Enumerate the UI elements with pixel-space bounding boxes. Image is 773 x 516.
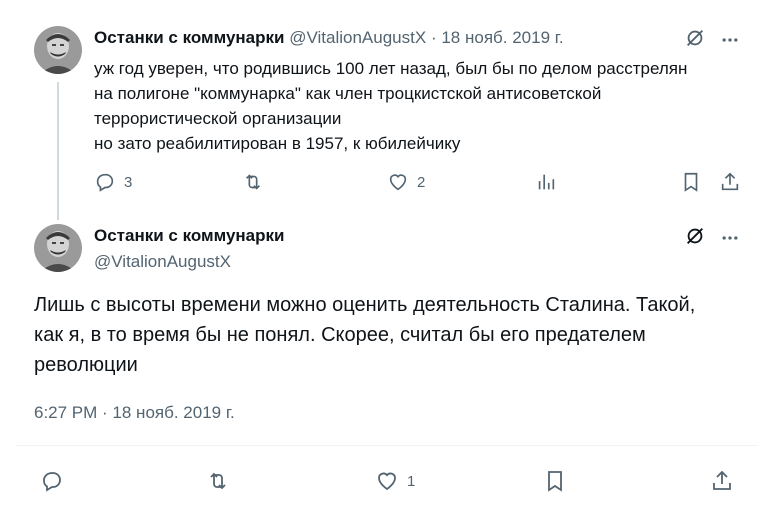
share-icon xyxy=(713,470,731,490)
tweet-text: уж год уверен, что родившись 100 лет наз… xyxy=(94,56,754,156)
reply-button[interactable] xyxy=(40,469,64,493)
author-handle[interactable]: @VitalionAugustX xyxy=(289,28,426,47)
tweet-text-line: на полигоне "коммунарка" как член троцки… xyxy=(94,84,602,103)
author-name[interactable]: Останки с коммунарки xyxy=(94,28,284,47)
grok-icon xyxy=(687,30,703,46)
repost-icon xyxy=(210,472,226,490)
separator: · xyxy=(430,28,437,47)
bookmark-icon xyxy=(684,172,698,192)
more-icon xyxy=(722,38,738,42)
tweet-header: Останки с коммунарки @VitalionAugustX · … xyxy=(94,28,564,48)
share-icon xyxy=(721,172,739,191)
reply-count: 3 xyxy=(124,173,133,191)
bookmark-icon xyxy=(548,471,562,492)
like-button[interactable]: 2 xyxy=(387,171,425,193)
tweet-text: Лишь с высоты времени можно оценить деят… xyxy=(34,290,754,380)
grok-icon xyxy=(687,228,703,244)
author-name[interactable]: Останки с коммунарки xyxy=(94,226,284,246)
tweet-text-line: как я, в то время бы не понял. Скорее, с… xyxy=(34,324,646,346)
like-icon xyxy=(378,472,396,491)
bookmark-button[interactable] xyxy=(680,171,702,193)
repost-button[interactable] xyxy=(242,171,264,193)
reply-button[interactable]: 3 xyxy=(94,171,132,193)
tweet-text-line: террористической организации xyxy=(94,109,342,128)
views-button[interactable] xyxy=(535,171,557,193)
avatar[interactable] xyxy=(34,26,82,74)
repost-icon xyxy=(245,174,261,190)
avatar[interactable] xyxy=(34,224,82,272)
grok-button[interactable] xyxy=(684,225,706,247)
tweet-text-line: революции xyxy=(34,354,138,376)
tweet-date[interactable]: 18 нояб. 2019 г. xyxy=(441,28,563,47)
more-button[interactable] xyxy=(720,228,740,248)
reply-icon xyxy=(96,173,114,192)
repost-button[interactable] xyxy=(206,469,230,493)
views-icon xyxy=(538,174,555,190)
divider xyxy=(16,445,758,446)
grok-button[interactable] xyxy=(684,27,706,49)
like-count: 1 xyxy=(407,472,416,490)
like-button[interactable]: 1 xyxy=(375,469,415,493)
like-count: 2 xyxy=(417,173,426,191)
bookmark-button[interactable] xyxy=(543,469,567,493)
reply-icon xyxy=(43,472,61,492)
thread-line xyxy=(57,82,59,220)
tweet-text-line: Лишь с высоты времени можно оценить деят… xyxy=(34,294,696,316)
tweet-text-line: уж год уверен, что родившись 100 лет наз… xyxy=(94,59,688,78)
share-button[interactable] xyxy=(719,171,741,193)
like-icon xyxy=(389,174,407,191)
more-icon xyxy=(722,236,738,240)
share-button[interactable] xyxy=(710,469,734,493)
author-handle[interactable]: @VitalionAugustX xyxy=(94,252,231,272)
more-button[interactable] xyxy=(720,30,740,50)
tweet-timestamp[interactable]: 6:27 PM · 18 нояб. 2019 г. xyxy=(34,403,235,423)
tweet-text-line: но зато реабилитирован в 1957, к юбилейч… xyxy=(94,134,461,153)
